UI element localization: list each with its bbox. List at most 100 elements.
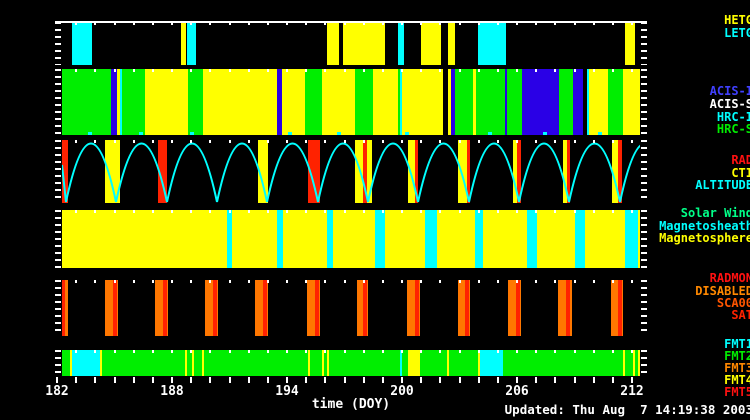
segment: [113, 280, 117, 336]
day-tick: [94, 350, 96, 353]
detector-mark: [543, 132, 547, 135]
detector-mark: [337, 132, 341, 135]
day-tick: [171, 140, 173, 143]
day-tick: [497, 350, 499, 353]
x-axis-tick: [401, 377, 403, 383]
band-ruler-right: [641, 210, 647, 268]
day-tick: [344, 350, 346, 353]
day-tick: [133, 69, 135, 72]
day-tick: [574, 280, 576, 283]
day-tick: [631, 210, 633, 213]
day-tick: [612, 210, 614, 213]
day-tick: [535, 210, 537, 213]
day-tick: [382, 140, 384, 143]
x-axis-tick: [344, 377, 346, 383]
day-tick: [459, 69, 461, 72]
day-tick: [286, 210, 288, 213]
band-ruler-left: [55, 69, 61, 135]
day-tick: [305, 210, 307, 213]
x-axis-tick: [420, 377, 422, 383]
mission-timeline-chart: 182188194200206212 time (DOY) Updated: T…: [0, 0, 750, 420]
day-tick: [171, 210, 173, 213]
updated-timestamp: Updated: Thu Aug 7 14:19:38 2003: [505, 402, 750, 417]
segment: [315, 280, 319, 336]
label-rad: RAD: [731, 153, 750, 167]
day-tick: [171, 350, 173, 353]
segment: [480, 350, 503, 376]
segment: [72, 350, 100, 376]
day-tick: [420, 210, 422, 213]
segment: [625, 210, 638, 268]
day-tick: [631, 350, 633, 353]
day-tick: [401, 140, 403, 143]
day-tick: [516, 210, 518, 213]
x-axis-label: time (DOY): [291, 397, 411, 412]
day-tick: [305, 350, 307, 353]
day-tick: [593, 69, 595, 72]
day-tick: [305, 280, 307, 283]
day-tick: [114, 140, 116, 143]
x-axis-tick: [152, 377, 154, 383]
segment: [100, 350, 102, 376]
day-tick: [152, 140, 154, 143]
x-axis-tick: [56, 377, 58, 383]
day-tick: [535, 280, 537, 283]
day-tick: [382, 280, 384, 283]
segment: [527, 210, 537, 268]
day-tick: [401, 210, 403, 213]
x-axis-tick: [631, 377, 633, 383]
day-tick: [152, 210, 154, 213]
x-axis-tick-label: 188: [148, 384, 196, 399]
x-axis-tick: [363, 377, 365, 383]
segment: [573, 69, 583, 135]
day-tick: [248, 140, 250, 143]
band-ruler-left: [55, 22, 61, 65]
x-axis-tick: [133, 377, 135, 383]
day-tick: [94, 210, 96, 213]
day-tick: [209, 280, 211, 283]
day-tick: [305, 140, 307, 143]
day-tick: [286, 140, 288, 143]
band-telemetry: [62, 350, 640, 376]
day-tick: [612, 350, 614, 353]
day-tick: [516, 350, 518, 353]
segment: [465, 280, 469, 336]
segment: [213, 280, 217, 336]
segment: [62, 280, 65, 336]
day-tick: [114, 280, 116, 283]
x-axis-tick: [497, 377, 499, 383]
altitude-curve: [62, 144, 640, 203]
day-tick: [75, 280, 77, 283]
x-axis-tick: [612, 377, 614, 383]
segment: [589, 69, 608, 135]
segment: [308, 350, 310, 376]
detector-mark: [598, 132, 602, 135]
day-tick: [631, 280, 633, 283]
day-tick: [401, 69, 403, 72]
segment: [448, 22, 455, 65]
label-radmon: RADMON: [710, 271, 750, 285]
day-tick: [612, 280, 614, 283]
segment: [402, 69, 443, 135]
day-tick: [94, 280, 96, 283]
day-tick: [574, 69, 576, 72]
segment: [375, 210, 385, 268]
band-grating: [62, 22, 640, 65]
x-axis-tick: [209, 377, 211, 383]
day-tick: [574, 350, 576, 353]
x-axis-tick: [114, 377, 116, 383]
day-tick: [209, 210, 211, 213]
day-tick: [574, 140, 576, 143]
band-instrument: [62, 69, 640, 135]
segment: [408, 350, 420, 376]
segment: [478, 22, 506, 65]
day-tick: [305, 69, 307, 72]
day-tick: [324, 350, 326, 353]
band-ruler-right: [641, 22, 647, 65]
day-tick: [267, 69, 269, 72]
x-axis-tick: [267, 377, 269, 383]
segment: [263, 280, 267, 336]
day-tick: [516, 280, 518, 283]
segment: [355, 69, 373, 135]
day-tick: [75, 210, 77, 213]
